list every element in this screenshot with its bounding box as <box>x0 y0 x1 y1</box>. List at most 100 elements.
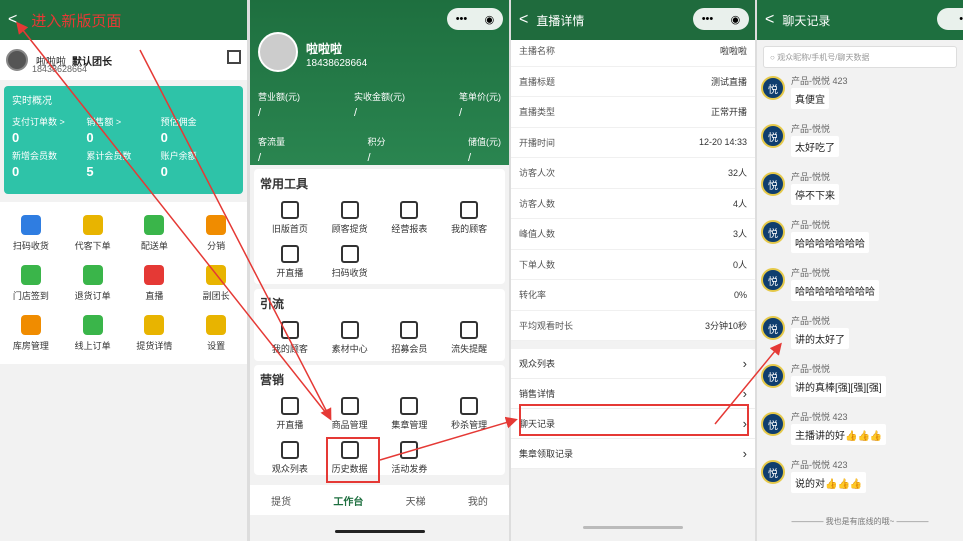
stat-new-members: 新增会员数 0 <box>12 151 58 179</box>
grid-item[interactable]: 招募会员 <box>380 316 440 360</box>
more-icon: ••• <box>959 13 963 25</box>
grid-item[interactable]: 旧版首页 <box>260 196 320 240</box>
chat-message: 悦产品-悦悦 哈哈哈哈哈哈哈哈 <box>757 266 963 314</box>
function-item[interactable]: 副团长 <box>185 258 247 308</box>
close-icon: ◉ <box>484 13 495 26</box>
stat-sales[interactable]: 销售额 >0 <box>86 115 160 145</box>
function-item[interactable]: 代客下单 <box>62 208 124 258</box>
detail-label: 峰值人数 <box>519 229 556 240</box>
message-sender: 产品-悦悦 423 <box>791 76 848 86</box>
search-input[interactable]: ○ 观众昵称/手机号/聊天数据 <box>763 46 957 68</box>
stat-received: 实收金额(元) / <box>354 92 405 119</box>
function-item[interactable]: 库房管理 <box>0 308 62 358</box>
tab-ladder[interactable]: 天梯 <box>406 493 426 508</box>
grid-item[interactable]: 秒杀管理 <box>439 392 499 436</box>
function-item[interactable]: 线上订单 <box>62 308 124 358</box>
link-row[interactable]: 观众列表 › <box>511 349 755 379</box>
function-item[interactable]: 扫码收货 <box>0 208 62 258</box>
header: < 直播详情 ••• ◉ <box>511 0 755 40</box>
qrcode-icon[interactable] <box>227 50 241 64</box>
chevron-right-icon: › <box>742 356 747 371</box>
traffic-card: 引流 我的顾客 素材中心 招募会员 流失提醒 <box>254 289 505 361</box>
detail-label: 主播名称 <box>519 46 556 57</box>
grid-item[interactable]: 扫码收货 <box>320 240 380 284</box>
grid-item[interactable]: 集章管理 <box>380 392 440 436</box>
avatar: 悦 <box>761 124 785 148</box>
function-item[interactable]: 退货订单 <box>62 258 124 308</box>
grid-item[interactable]: 观众列表 <box>260 436 320 480</box>
function-label: 设置 <box>207 340 226 351</box>
grid-item[interactable]: 我的顾客 <box>260 316 320 360</box>
stat-paid-orders[interactable]: 支付订单数 >0 <box>12 115 86 145</box>
grid-item[interactable]: 流失提醒 <box>439 316 499 360</box>
mini-program-capsule[interactable]: ••• ◉ <box>447 8 503 30</box>
chat-message: 悦产品-悦悦 423 真便宜 <box>757 74 963 122</box>
grid-label: 扫码收货 <box>331 268 368 278</box>
chat-message: 悦产品-悦悦 讲的太好了 <box>757 314 963 362</box>
detail-label: 转化率 <box>519 290 547 301</box>
detail-value: 正常开播 <box>710 107 747 118</box>
tab-mine[interactable]: 我的 <box>468 493 488 508</box>
back-arrow-icon[interactable]: < <box>765 11 774 29</box>
grid-item[interactable]: 顾客提货 <box>320 196 380 240</box>
stat-stored-value: 储值(元) / <box>468 137 501 164</box>
tool-icon <box>400 321 419 339</box>
detail-row: 峰值人数 3人 <box>511 219 755 250</box>
detail-row: 访客人次 32人 <box>511 158 755 189</box>
detail-label: 平均观看时长 <box>519 320 574 331</box>
message-text: 哈哈哈哈哈哈哈 <box>791 232 869 253</box>
avatar: 悦 <box>761 220 785 244</box>
detail-row: 直播类型 正常开播 <box>511 97 755 128</box>
message-text: 真便宜 <box>791 88 829 109</box>
panel-old-home: < 进入新版页面 啦啦啦 默认团长 18438628664 实时概况 支付订单数 … <box>0 0 247 541</box>
function-item[interactable]: 分销 <box>185 208 247 258</box>
link-label: 销售详情 <box>519 389 556 399</box>
message-text: 讲的真棒[强][强][强] <box>791 376 886 397</box>
avatar: 悦 <box>761 268 785 292</box>
function-item[interactable]: 提货详情 <box>124 308 186 358</box>
header: < 进入新版页面 <box>0 0 247 40</box>
back-arrow-icon[interactable]: < <box>519 11 528 29</box>
tab-workbench[interactable]: 工作台 <box>333 493 363 508</box>
function-item[interactable]: 配送单 <box>124 208 186 258</box>
message-sender: 产品-悦悦 <box>791 316 830 326</box>
back-arrow-icon[interactable]: < <box>8 11 17 29</box>
stat-total-members: 累计会员数 5 <box>86 151 132 179</box>
grid-item[interactable]: 我的顾客 <box>439 196 499 240</box>
grid-item[interactable]: 素材中心 <box>320 316 380 360</box>
more-icon: ••• <box>455 13 468 25</box>
detail-value: 4人 <box>732 198 747 209</box>
function-grid: 扫码收货 代客下单 配送单 分销门店签到 退货订单 直播 副团长库房管理 线上订单 提货详情 设置 <box>0 202 247 364</box>
function-item[interactable]: 门店签到 <box>0 258 62 308</box>
message-list: 悦产品-悦悦 423 真便宜悦产品-悦悦 太好吃了悦产品-悦悦 停不下来悦产品-悦悦哈… <box>757 74 963 506</box>
function-item[interactable]: 设置 <box>185 308 247 358</box>
grid-item[interactable]: 开直播 <box>260 392 320 436</box>
link-label: 观众列表 <box>519 359 556 369</box>
grid-item[interactable]: 商品管理 <box>320 392 380 436</box>
grid-item[interactable]: 经营报表 <box>380 196 440 240</box>
avatar[interactable] <box>258 32 298 72</box>
avatar[interactable] <box>6 49 28 71</box>
live-icon <box>144 264 165 285</box>
mini-program-capsule[interactable]: ••• <box>937 8 963 30</box>
avatar: 悦 <box>761 172 785 196</box>
grid-label: 素材中心 <box>331 344 368 354</box>
search-icon: ○ <box>770 52 775 62</box>
highlight-chat-records <box>519 404 749 436</box>
grid-item[interactable]: 活动发券 <box>380 436 440 480</box>
tag-icon <box>20 264 41 285</box>
grid-item[interactable]: 开直播 <box>260 240 320 284</box>
tools-card: 常用工具 旧版首页 顾客提货 经营报表 我的顾客 开直播 扫码收货 <box>254 169 505 284</box>
tab-pickup[interactable]: 提货 <box>271 493 291 508</box>
detail-label: 直播标题 <box>519 76 556 87</box>
link-row[interactable]: 集章领取记录 › <box>511 439 755 469</box>
tool-icon <box>340 321 359 339</box>
message-sender: 产品-悦悦 <box>791 220 830 230</box>
tool-icon <box>340 201 359 219</box>
stat-revenue: 营业额(元) / <box>258 92 300 119</box>
detail-label: 访客人次 <box>519 168 556 179</box>
message-text: 太好吃了 <box>791 136 839 157</box>
detail-row: 平均观看时长 3分钟10秒 <box>511 311 755 341</box>
mini-program-capsule[interactable]: ••• ◉ <box>693 8 749 30</box>
function-item[interactable]: 直播 <box>124 258 186 308</box>
